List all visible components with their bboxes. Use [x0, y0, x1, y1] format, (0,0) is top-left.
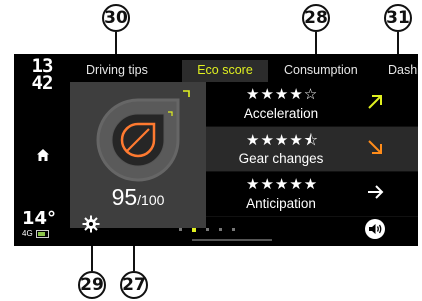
star-rating: ★★★★★	[246, 175, 319, 193]
gear-icon[interactable]	[82, 215, 100, 233]
page-dot[interactable]	[232, 228, 235, 231]
scrollbar[interactable]	[192, 239, 272, 241]
criterion-label: Anticipation	[246, 196, 316, 211]
page-dot[interactable]	[179, 228, 182, 231]
clock-minutes: 42	[31, 72, 54, 94]
eco-score-number: 95	[111, 184, 138, 210]
eco-score-value: 95/100	[70, 184, 206, 211]
eco-score-panel: 95/100	[70, 82, 206, 228]
page-indicator	[179, 227, 235, 232]
system-sidebar: 13 42 14° 4G	[14, 54, 70, 246]
callout-27: 27	[120, 271, 148, 299]
criterion-acceleration[interactable]: ★★★★☆ Acceleration	[206, 82, 418, 127]
tab-bar: Driving tips Eco score Consumption Dashb	[70, 60, 418, 82]
network-status: 4G	[22, 229, 49, 238]
criterion-label: Acceleration	[243, 106, 319, 121]
home-icon[interactable]	[36, 148, 50, 167]
leaf-icon	[96, 90, 190, 182]
callout-30: 30	[102, 4, 130, 32]
criteria-list: ★★★★☆ Acceleration ★★★★⯪ Gear changes ★★…	[206, 82, 418, 217]
tab-consumption[interactable]: Consumption	[284, 60, 358, 82]
arrow-up-right-icon	[368, 95, 382, 109]
tab-driving-tips[interactable]: Driving tips	[86, 60, 148, 82]
infotainment-screen: 13 42 14° 4G Driving tips Eco score Cons…	[14, 54, 418, 246]
star-rating: ★★★★☆	[246, 85, 319, 103]
callout-28: 28	[302, 4, 330, 32]
page-dot-active[interactable]	[192, 227, 196, 232]
tab-dashboard[interactable]: Dashb	[388, 60, 418, 82]
clock: 13 42	[24, 57, 60, 94]
callout-31: 31	[384, 4, 412, 32]
page-dot[interactable]	[206, 228, 209, 231]
callout-29: 29	[78, 271, 106, 299]
criterion-label: Gear changes	[238, 151, 324, 166]
outside-temperature: 14°	[22, 208, 57, 229]
battery-icon	[35, 229, 49, 238]
criterion-anticipation[interactable]: ★★★★★ Anticipation	[206, 172, 418, 217]
criterion-gear-changes[interactable]: ★★★★⯪ Gear changes	[206, 127, 418, 172]
volume-icon[interactable]	[364, 218, 386, 240]
tab-eco-score[interactable]: Eco score	[182, 60, 268, 82]
arrow-right-icon	[368, 185, 384, 199]
network-label: 4G	[22, 229, 33, 238]
page-dot[interactable]	[219, 228, 222, 231]
arrow-down-right-icon	[368, 140, 382, 154]
eco-score-max: /100	[137, 192, 165, 208]
